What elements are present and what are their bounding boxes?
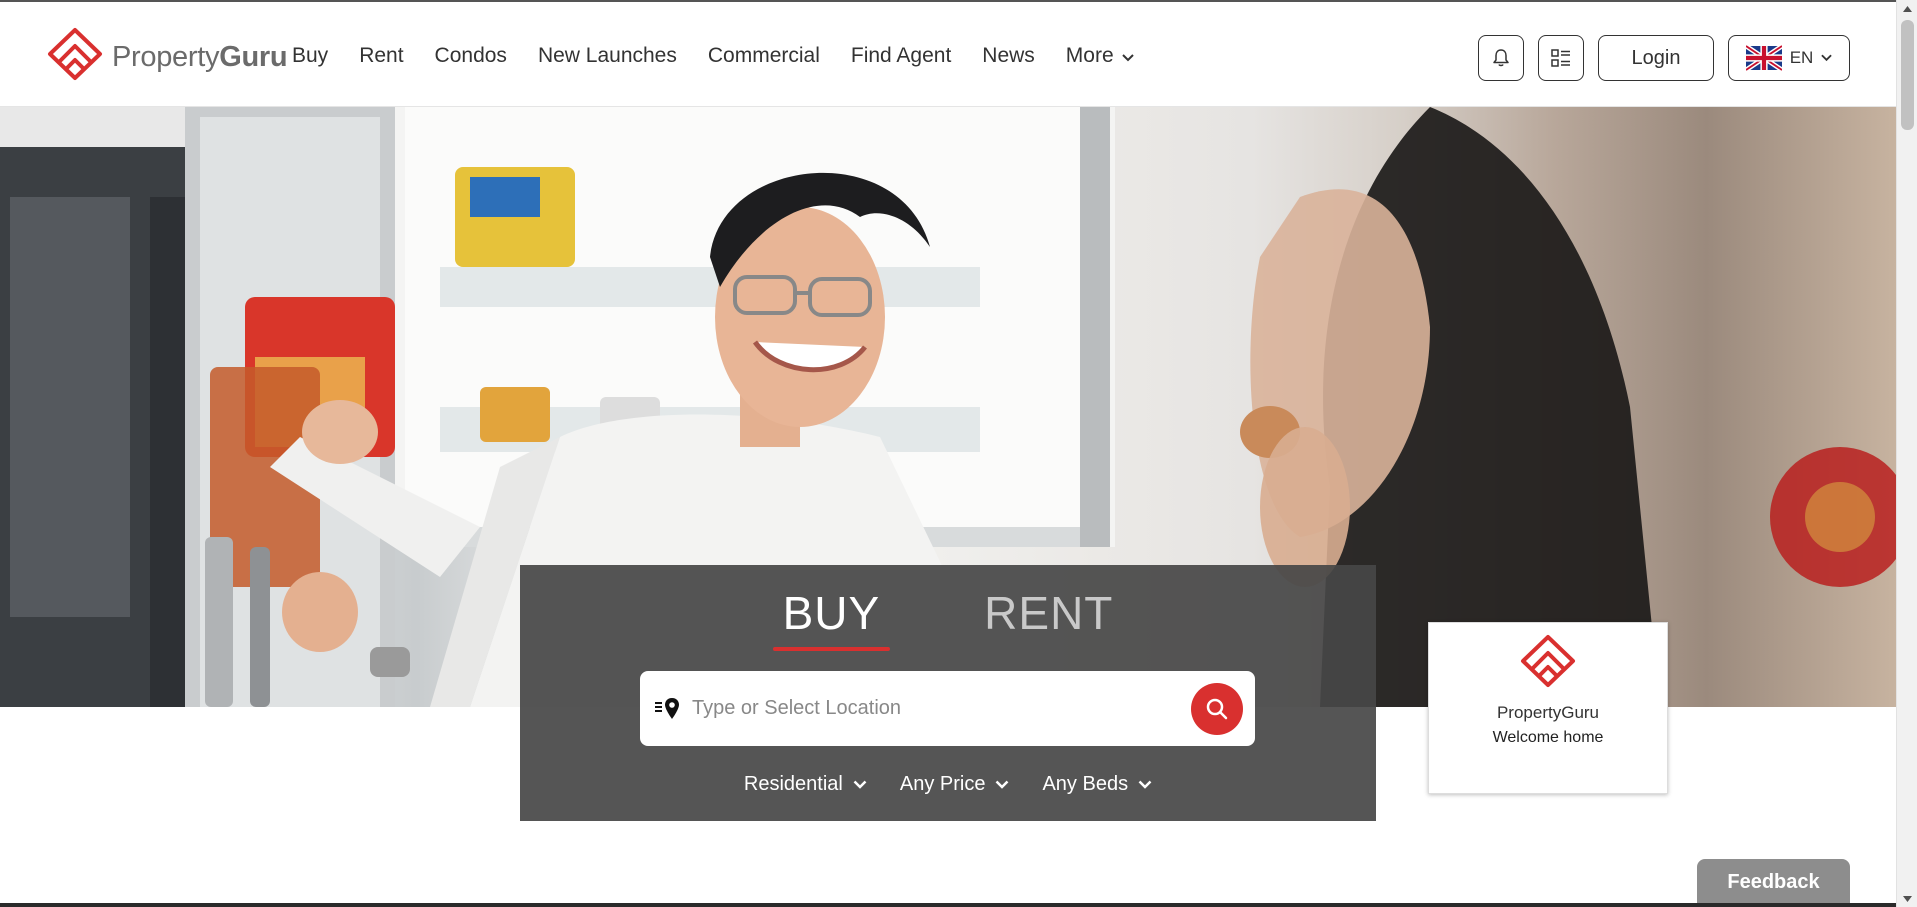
header-actions: Login EN — [1478, 35, 1850, 81]
nav-condos-label: Condos — [434, 43, 507, 67]
nav-commercial-label: Commercial — [707, 43, 820, 67]
language-label: EN — [1789, 48, 1814, 67]
nav-more-label: More — [1065, 43, 1114, 67]
nav-new-launches-label: New Launches — [537, 43, 677, 67]
location-search-input[interactable] — [684, 688, 1191, 729]
propertyguru-wordmark: PropertyGuru — [112, 40, 288, 73]
scroll-down-arrow-icon[interactable] — [1897, 890, 1917, 907]
welcome-card-tagline: Welcome home — [1492, 729, 1604, 746]
location-pin-icon — [654, 697, 684, 721]
nav-rent-label: Rent — [359, 43, 404, 67]
notifications-button[interactable] — [1478, 35, 1524, 81]
scrollbar-thumb[interactable] — [1901, 20, 1914, 130]
price-filter-label: Any Price — [899, 772, 986, 795]
propertyguru-logo-icon — [1521, 635, 1575, 687]
tab-buy[interactable]: BUY — [772, 585, 891, 651]
search-icon — [1206, 698, 1228, 719]
list-icon — [1551, 49, 1570, 67]
propertyguru-logo[interactable]: PropertyGuru — [44, 26, 288, 88]
nav-find-agent[interactable]: Find Agent — [851, 44, 951, 68]
search-filters: Residential Any Price Any Beds — [520, 768, 1376, 800]
nav-buy[interactable]: Buy — [292, 44, 328, 68]
chevron-down-icon — [1138, 780, 1152, 789]
page: PropertyGuru Buy Rent Condos New Launche… — [0, 0, 1917, 907]
property-type-filter[interactable]: Residential — [744, 768, 867, 800]
search-submit-button[interactable] — [1191, 682, 1243, 735]
chevron-down-icon — [1121, 44, 1134, 68]
shortlist-button[interactable] — [1538, 35, 1584, 81]
welcome-card[interactable]: PropertyGuru Welcome home — [1428, 622, 1668, 794]
beds-filter[interactable]: Any Beds — [1042, 768, 1152, 800]
nav-news[interactable]: News — [982, 44, 1035, 68]
nav-commercial[interactable]: Commercial — [708, 44, 820, 68]
scroll-up-arrow-icon[interactable] — [1897, 0, 1917, 17]
propertyguru-logo-icon — [48, 28, 102, 80]
vertical-scrollbar[interactable] — [1896, 0, 1917, 907]
chevron-down-icon — [1821, 54, 1833, 62]
nav-news-label: News — [982, 43, 1035, 67]
nav-condos[interactable]: Condos — [435, 44, 507, 68]
nav-new-launches[interactable]: New Launches — [538, 44, 677, 68]
top-navigation-bar: PropertyGuru Buy Rent Condos New Launche… — [0, 0, 1896, 107]
nav-buy-label: Buy — [292, 43, 329, 67]
bell-icon — [1493, 49, 1509, 67]
welcome-card-brand: PropertyGuru — [1496, 703, 1600, 722]
price-filter[interactable]: Any Price — [900, 768, 1010, 800]
chevron-down-icon — [996, 780, 1009, 789]
main-nav: Buy Rent Condos New Launches Commercial … — [292, 2, 1165, 109]
listing-type-tabs: BUY RENT — [520, 585, 1376, 651]
uk-flag-icon — [1745, 45, 1782, 71]
login-button[interactable]: Login — [1598, 35, 1714, 81]
nav-find-agent-label: Find Agent — [850, 43, 952, 67]
feedback-button[interactable]: Feedback — [1697, 859, 1850, 905]
tab-rent[interactable]: RENT — [974, 585, 1123, 651]
nav-more[interactable]: More — [1066, 44, 1134, 68]
location-search-box — [640, 671, 1255, 746]
property-type-filter-label: Residential — [743, 772, 843, 795]
search-panel: BUY RENT Type or Select Location Residen… — [520, 565, 1376, 821]
nav-rent[interactable]: Rent — [359, 44, 403, 68]
beds-filter-label: Any Beds — [1042, 772, 1129, 795]
language-selector[interactable]: EN — [1728, 35, 1850, 81]
chevron-down-icon — [853, 780, 867, 789]
bottom-section-edge — [0, 903, 1896, 907]
